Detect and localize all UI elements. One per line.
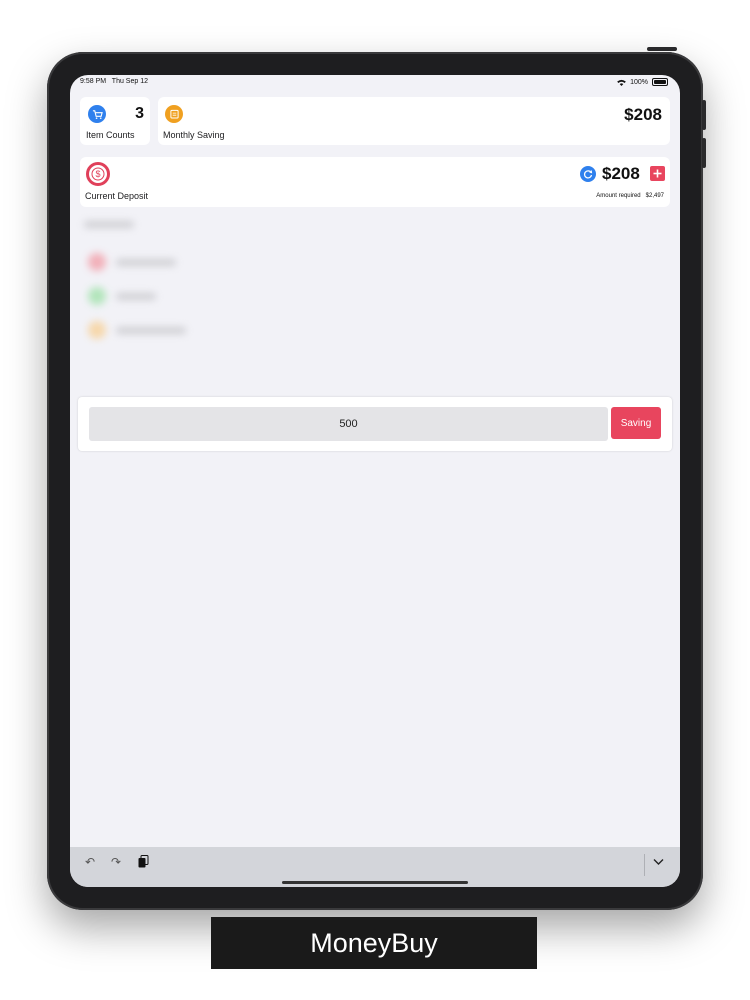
chevron-down-icon[interactable]	[653, 855, 664, 869]
app-screen: 9:58 PM Thu Sep 12 100% 3 Item Counts $2…	[70, 75, 680, 887]
volume-up-button	[702, 100, 706, 130]
amount-required-value: $2,497	[645, 193, 664, 199]
monthly-saving-label: Monthly Saving	[163, 130, 225, 140]
current-deposit-label: Current Deposit	[85, 191, 149, 201]
home-indicator	[282, 881, 468, 884]
amount-required-label: Amount required	[596, 193, 641, 199]
amount-required-row: Amount required $2,497	[596, 193, 664, 199]
current-deposit-value: $208	[602, 164, 640, 183]
plus-icon[interactable]	[650, 166, 665, 181]
top-button	[647, 47, 677, 51]
dollar-icon: $	[86, 162, 110, 186]
refresh-icon[interactable]	[580, 166, 596, 182]
status-date: Thu Sep 12	[111, 78, 148, 85]
saving-amount-input[interactable]	[89, 407, 608, 441]
battery-icon	[652, 78, 668, 86]
saving-button[interactable]: Saving	[611, 407, 661, 439]
saving-input-card: Saving	[78, 397, 672, 451]
status-time: 9:58 PM	[80, 78, 107, 85]
monthly-saving-value: $208	[624, 105, 662, 124]
item-count-card[interactable]: 3 Item Counts	[80, 97, 150, 145]
cart-icon	[88, 105, 106, 123]
current-deposit-card: $ Current Deposit $208 Amount required $…	[80, 157, 670, 207]
bar-divider	[644, 854, 645, 876]
item-count-value: 3	[135, 105, 144, 122]
item-count-label: Item Counts	[86, 130, 135, 140]
redo-icon[interactable]: ↷	[111, 855, 121, 869]
app-name-caption: MoneyBuy	[211, 917, 537, 969]
battery-percent: 100%	[630, 78, 648, 86]
wifi-icon	[617, 79, 626, 86]
svg-text:$: $	[95, 169, 100, 179]
paste-icon[interactable]	[138, 855, 149, 871]
undo-icon[interactable]: ↶	[85, 855, 95, 869]
volume-down-button	[702, 138, 706, 168]
blurred-background-list	[70, 215, 680, 365]
monthly-saving-card[interactable]: $208 Monthly Saving	[158, 97, 670, 145]
status-bar: 9:58 PM Thu Sep 12 100%	[70, 75, 680, 91]
calendar-icon	[165, 105, 183, 123]
